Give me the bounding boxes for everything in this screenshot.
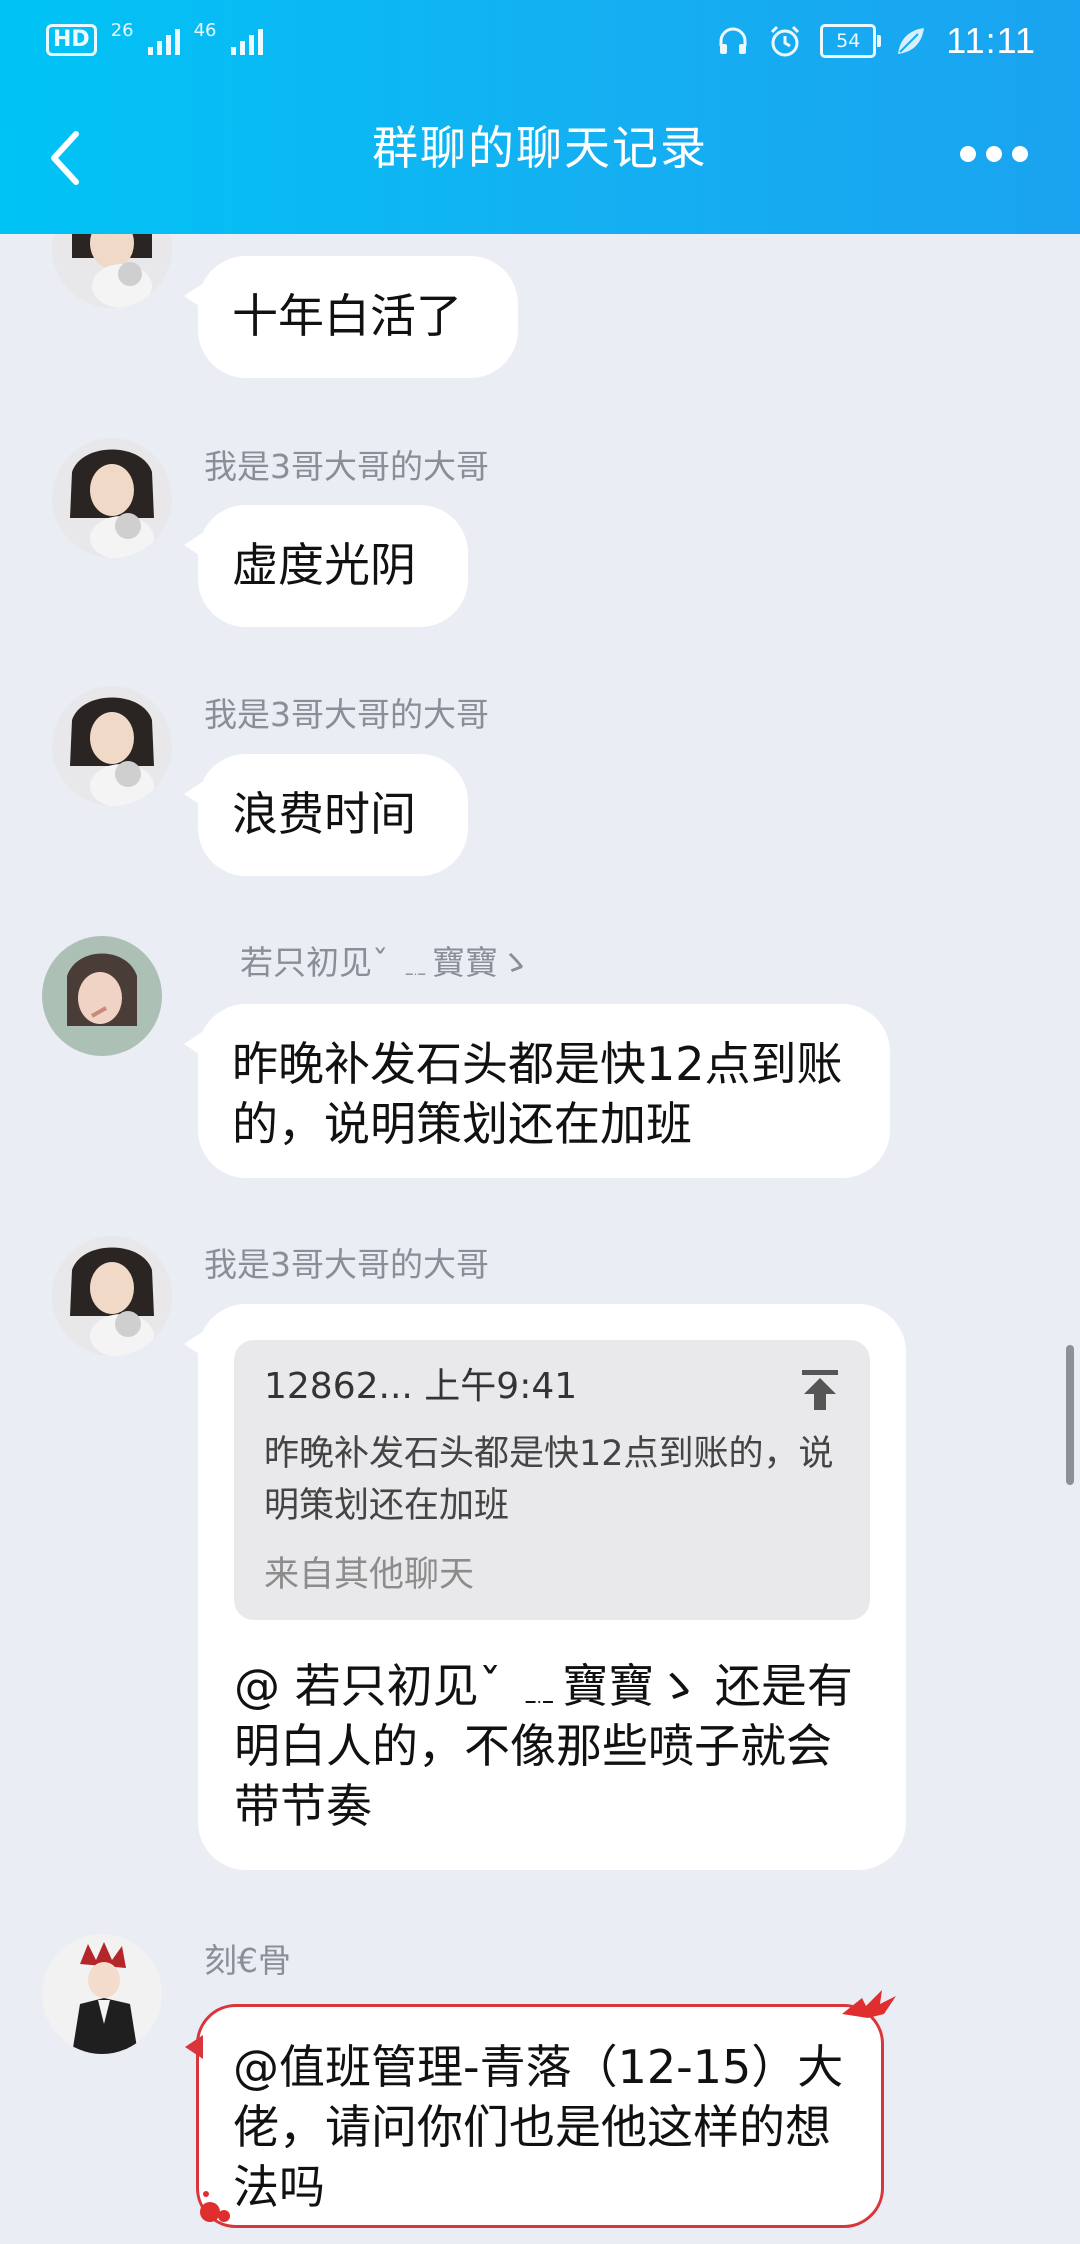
network-label-2: 46	[193, 19, 217, 41]
message-text: @ 若只初见ˇ ﹎寶寶ゝ 还是有明白人的，不像那些喷子就会带节奏	[234, 1659, 853, 1833]
message-text: @值班管理-青落（12-15）大佬，请问你们也是他这样的想法吗	[233, 2040, 844, 2214]
avatar[interactable]	[52, 1236, 172, 1356]
message-bubble[interactable]: @值班管理-青落（12-15）大佬，请问你们也是他这样的想法吗	[185, 2004, 884, 2228]
message-text: 十年白活了	[232, 289, 462, 343]
message-bubble[interactable]: 12862... 上午9:41 昨晚补发石头都是快12点到账的，说明策划还在加班…	[184, 1304, 906, 1870]
avatar[interactable]	[52, 438, 172, 558]
more-options-button[interactable]	[960, 146, 1028, 162]
sender-name: 我是3哥大哥的大哥	[204, 695, 489, 734]
leaf-icon	[898, 28, 925, 54]
quote-header: 12862... 上午9:41	[264, 1366, 578, 1407]
battery-icon: 54	[820, 24, 882, 58]
network-label-1: 26	[110, 19, 134, 41]
quote-body: 昨晚补发石头都是快12点到账的，说明策划还在加班	[264, 1434, 834, 1526]
page-title: 群聊的聊天记录	[372, 121, 708, 175]
sender-name: 我是3哥大哥的大哥	[204, 447, 489, 486]
signal-icon-2	[230, 25, 263, 55]
avatar[interactable]	[42, 936, 162, 1056]
bubble-decoration-icon	[842, 1990, 896, 2018]
message-text: 浪费时间	[232, 787, 416, 841]
message-bubble[interactable]: 昨晚补发石头都是快12点到账的，说明策划还在加班	[184, 1004, 890, 1178]
scrollbar[interactable]	[1066, 1345, 1074, 1485]
avatar[interactable]	[42, 1934, 162, 2054]
message-text: 虚度光阴	[232, 538, 416, 592]
signal-icon	[147, 25, 180, 55]
alarm-icon	[771, 25, 800, 57]
message-bubble[interactable]: 浪费时间	[184, 754, 468, 876]
top-header: HD 26 46 54 11:11 群聊的聊天记录	[0, 0, 1080, 234]
message-text: 昨晚补发石头都是快12点到账的，说明策划还在加班	[232, 1037, 843, 1151]
message-bubble[interactable]: 十年白活了	[184, 256, 518, 378]
bubble-decoration-icon	[200, 2191, 230, 2222]
sender-name: 我是3哥大哥的大哥	[204, 1245, 489, 1284]
hd-indicator: HD	[46, 24, 97, 56]
headphones-icon	[719, 27, 747, 54]
avatar[interactable]	[52, 686, 172, 806]
message-bubble[interactable]: 虚度光阴	[184, 505, 468, 627]
jump-to-top-icon[interactable]	[800, 1368, 840, 1412]
quoted-message[interactable]: 12862... 上午9:41 昨晚补发石头都是快12点到账的，说明策划还在加班…	[234, 1340, 870, 1620]
quote-source: 来自其他聊天	[264, 1555, 475, 1595]
clock: 11:11	[946, 20, 1036, 61]
sender-name: 刻€骨	[204, 1941, 291, 1980]
status-bar: HD 26 46 54 11:11	[0, 0, 1080, 86]
sender-name: 若只初见ˇ ﹎寶寶ゝ	[240, 943, 531, 982]
